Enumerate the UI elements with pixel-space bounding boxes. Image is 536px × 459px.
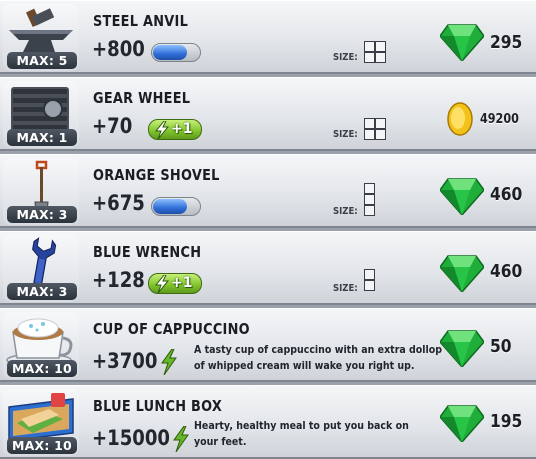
item-name: GEAR WHEEL [93, 89, 191, 107]
lightning-icon [173, 426, 189, 452]
item-name: STEEL ANVIL [93, 12, 189, 30]
item-value: +675 [92, 191, 145, 215]
gem-icon [440, 330, 484, 367]
item-value: +15000 [92, 426, 170, 450]
gear-thumbnail: MAX: 1 [3, 81, 79, 148]
price-text: 195 [490, 411, 523, 432]
shop-item-gear-wheel[interactable]: MAX: 1 GEAR WHEEL +70 +1 SIZE: 49200 [0, 77, 536, 151]
max-badge: MAX: 5 [7, 52, 77, 69]
item-description: Hearty, healthy meal to put you back on … [194, 419, 409, 448]
max-badge: MAX: 3 [7, 283, 77, 300]
max-badge: MAX: 1 [7, 129, 77, 146]
progress-pill [151, 43, 201, 62]
energy-bonus-pill: +1 [148, 273, 202, 294]
gem-icon [440, 405, 484, 442]
max-badge: MAX: 10 [7, 360, 77, 377]
gem-icon [440, 178, 484, 215]
gem-icon [440, 255, 484, 292]
size-label: SIZE: [333, 206, 358, 217]
coin-icon [447, 102, 473, 136]
price-text: 460 [490, 184, 523, 205]
price-text: 49200 [480, 112, 519, 127]
anvil-thumbnail: MAX: 5 [3, 4, 79, 71]
lunch-box-thumbnail: MAX: 10 [3, 389, 79, 456]
item-name: ORANGE SHOVEL [93, 166, 220, 184]
lightning-icon [155, 275, 169, 293]
item-name: BLUE WRENCH [93, 243, 202, 261]
energy-bonus-pill: +1 [148, 119, 202, 140]
size-label: SIZE: [333, 283, 358, 294]
size-label: SIZE: [333, 52, 358, 63]
shop-item-blue-wrench[interactable]: MAX: 3 BLUE WRENCH +128 +1 SIZE: 460 [0, 231, 536, 305]
price-text: 50 [490, 336, 512, 357]
lightning-icon [161, 349, 177, 375]
progress-pill [151, 197, 201, 216]
max-badge: MAX: 3 [7, 206, 77, 223]
shop-item-list: MAX: 5 STEEL ANVIL +800 SIZE: 295 MAX: 1… [0, 0, 536, 459]
cappuccino-thumbnail: MAX: 10 [3, 312, 79, 379]
shop-item-cappuccino[interactable]: MAX: 10 CUP OF CAPPUCCINO +3700 A tasty … [0, 308, 536, 382]
item-value: +800 [92, 37, 145, 61]
item-name: BLUE LUNCH BOX [93, 397, 223, 415]
size-label: SIZE: [333, 129, 358, 140]
bonus-text: +1 [171, 121, 193, 137]
gem-icon [440, 24, 484, 61]
item-name: CUP OF CAPPUCCINO [93, 320, 250, 338]
shop-item-steel-anvil[interactable]: MAX: 5 STEEL ANVIL +800 SIZE: 295 [0, 0, 536, 74]
max-badge: MAX: 10 [7, 437, 77, 454]
item-value: +70 [92, 114, 133, 138]
wrench-thumbnail: MAX: 3 [3, 235, 79, 302]
shop-item-orange-shovel[interactable]: MAX: 3 ORANGE SHOVEL +675 SIZE: 460 [0, 154, 536, 228]
lightning-icon [155, 121, 169, 139]
price-text: 295 [490, 32, 523, 53]
item-value: +3700 [92, 349, 158, 373]
item-description: A tasty cup of cappuccino with an extra … [194, 343, 443, 372]
shop-item-blue-lunch-box[interactable]: MAX: 10 BLUE LUNCH BOX +15000 Hearty, he… [0, 385, 536, 459]
price-text: 460 [490, 261, 523, 282]
bonus-text: +1 [171, 275, 193, 291]
shovel-thumbnail: MAX: 3 [3, 158, 79, 225]
item-value: +128 [92, 268, 145, 292]
